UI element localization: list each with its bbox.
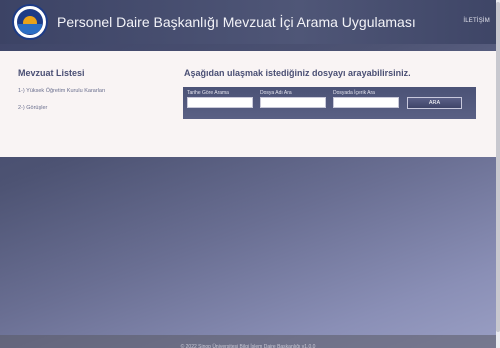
sidebar-title: Mevzuat Listesi bbox=[18, 68, 85, 78]
university-seal-icon[interactable] bbox=[12, 4, 48, 40]
filename-search-input[interactable] bbox=[260, 97, 326, 108]
date-search-input[interactable] bbox=[187, 97, 253, 108]
main-heading: Aşağıdan ulaşmak istediğiniz dosyayı ara… bbox=[184, 68, 411, 78]
page-footer: © 2022 Sinop Üniversitesi Bilgi İşlem Da… bbox=[0, 335, 496, 348]
contact-link[interactable]: İLETİŞİM bbox=[463, 18, 490, 24]
search-form: Tarihe Göre Arama Dosya Adı Ara Dosyada … bbox=[183, 87, 476, 119]
sidebar-item-yok-kararlari[interactable]: 1-) Yüksek Öğretim Kurulu Kararları bbox=[18, 88, 105, 94]
sidebar-item-gorusler[interactable]: 2-) Görüşler bbox=[18, 105, 47, 111]
filename-search-label: Dosya Adı Ara bbox=[260, 90, 292, 96]
content-search-label: Dosyada İçerik Ara bbox=[333, 90, 375, 96]
content-panel: Mevzuat Listesi 1-) Yüksek Öğretim Kurul… bbox=[0, 51, 496, 157]
search-button[interactable]: ARA bbox=[407, 97, 462, 109]
page-scrollbar[interactable] bbox=[496, 0, 500, 348]
app-title: Personel Daire Başkanlığı Mevzuat İçi Ar… bbox=[57, 14, 416, 30]
scrollbar-thumb[interactable] bbox=[496, 2, 500, 332]
app-header: Personel Daire Başkanlığı Mevzuat İçi Ar… bbox=[0, 0, 500, 44]
content-search-input[interactable] bbox=[333, 97, 399, 108]
date-search-label: Tarihe Göre Arama bbox=[187, 90, 229, 96]
